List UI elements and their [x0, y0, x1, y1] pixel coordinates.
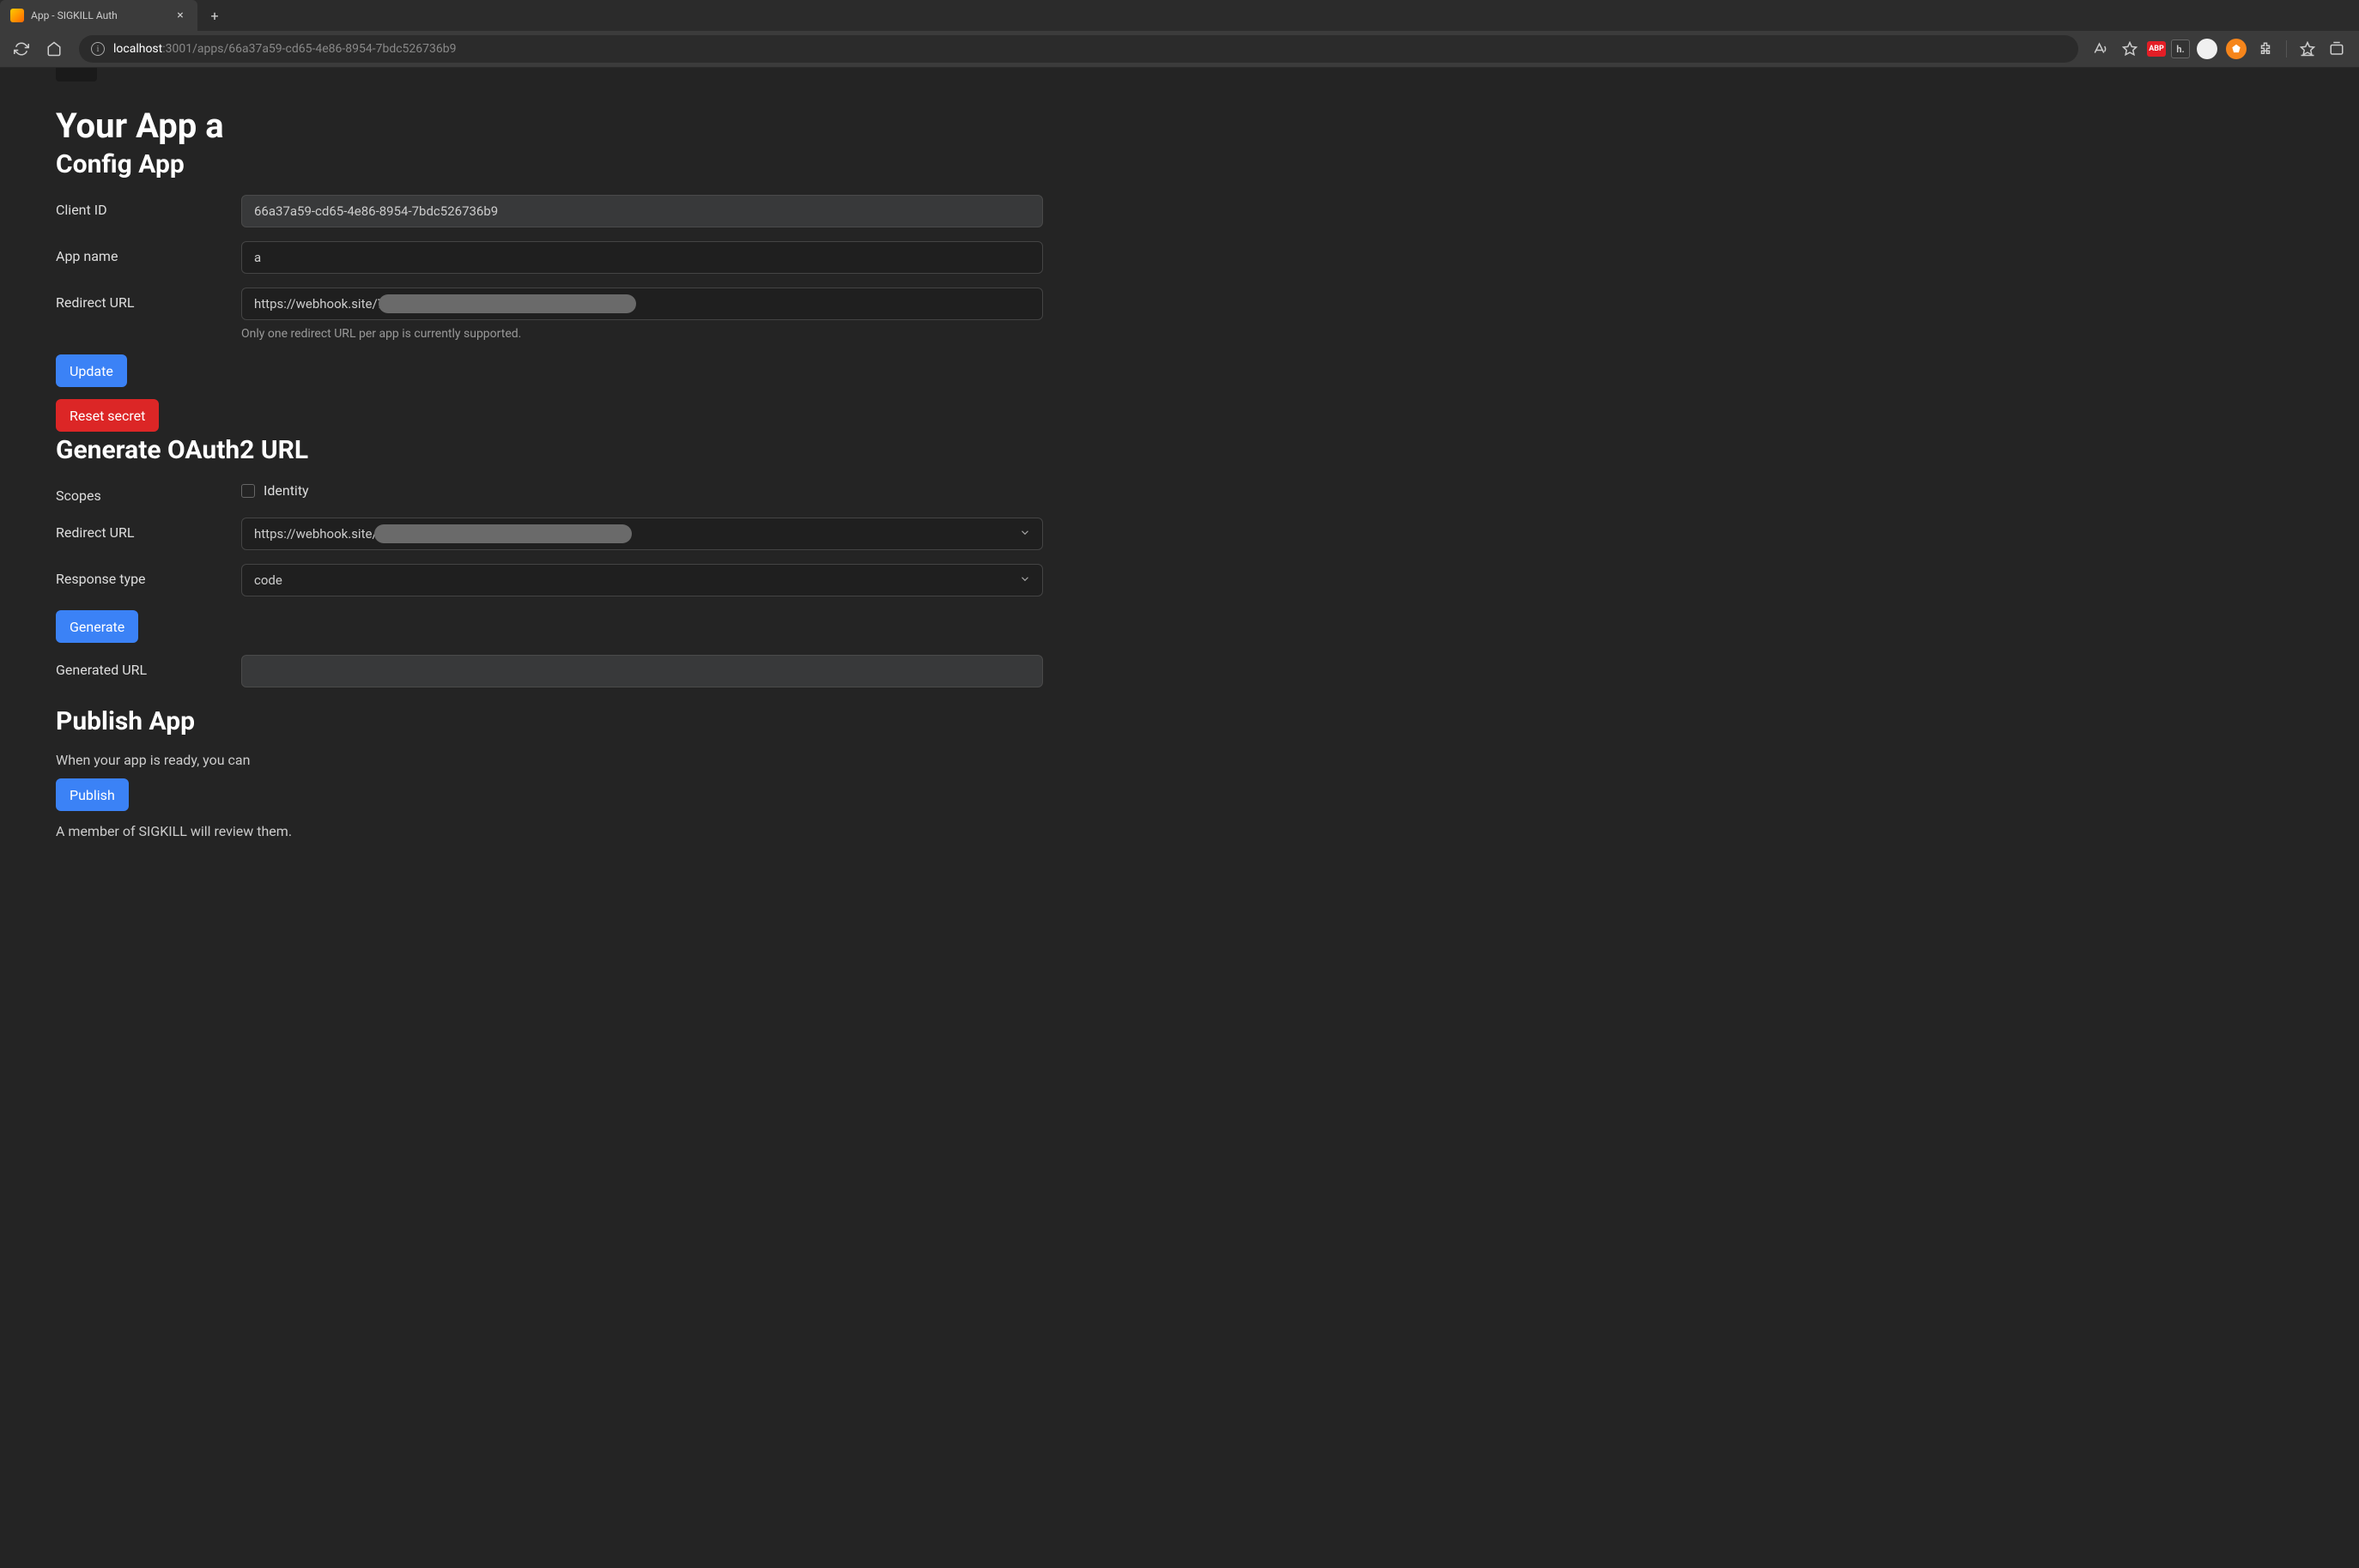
- app-name-input[interactable]: [241, 241, 1043, 274]
- page-content: Your App a Config App Client ID App name…: [0, 68, 2359, 1568]
- profile-avatar-icon[interactable]: [2195, 37, 2219, 61]
- client-id-label: Client ID: [56, 195, 241, 218]
- reset-secret-button[interactable]: Reset secret: [56, 399, 159, 432]
- publish-footer-text: A member of SIGKILL will review them.: [56, 823, 1043, 839]
- oauth-heading: Generate OAuth2 URL: [56, 435, 1043, 465]
- new-tab-button[interactable]: +: [203, 3, 227, 27]
- url-text: localhost:3001/apps/66a37a59-cd65-4e86-8…: [113, 42, 457, 56]
- publish-button[interactable]: Publish: [56, 778, 129, 811]
- identity-checkbox-label: Identity: [264, 482, 309, 499]
- redirect-url-label: Redirect URL: [56, 288, 241, 311]
- generated-url-label: Generated URL: [56, 655, 241, 678]
- redirect-url-hint: Only one redirect URL per app is current…: [241, 327, 1043, 341]
- browser-tab[interactable]: App - SIGKILL Auth ×: [0, 0, 197, 31]
- h-extension-icon[interactable]: h.: [2171, 39, 2190, 58]
- collections-icon[interactable]: [2325, 37, 2349, 61]
- generated-url-input[interactable]: [241, 655, 1043, 687]
- home-button[interactable]: [39, 34, 69, 64]
- site-info-icon[interactable]: i: [91, 42, 105, 56]
- tab-bar: App - SIGKILL Auth × +: [0, 0, 2359, 31]
- page-title: Your App a: [56, 106, 1043, 146]
- close-tab-icon[interactable]: ×: [173, 9, 187, 22]
- read-aloud-icon[interactable]: [2089, 37, 2113, 61]
- favorite-icon[interactable]: [2118, 37, 2142, 61]
- extensions-icon[interactable]: [2253, 37, 2277, 61]
- favicon-icon: [10, 9, 24, 22]
- update-button[interactable]: Update: [56, 354, 127, 387]
- oauth-redirect-url-select[interactable]: https://webhook.site/: [241, 518, 1043, 550]
- client-id-input[interactable]: [241, 195, 1043, 227]
- refresh-button[interactable]: [7, 34, 36, 64]
- tab-title: App - SIGKILL Auth: [31, 9, 167, 21]
- oauth-redirect-url-label: Redirect URL: [56, 518, 241, 541]
- browser-toolbar: i localhost:3001/apps/66a37a59-cd65-4e86…: [0, 31, 2359, 67]
- browser-chrome: App - SIGKILL Auth × + i localhost:3001/…: [0, 0, 2359, 68]
- generate-button[interactable]: Generate: [56, 610, 138, 643]
- app-logo-icon: [56, 68, 97, 82]
- redirect-url-input[interactable]: [241, 288, 1043, 320]
- publish-heading: Publish App: [56, 706, 1043, 736]
- app-name-label: App name: [56, 241, 241, 264]
- metamask-extension-icon[interactable]: [2224, 37, 2248, 61]
- toolbar-right: ABP h.: [2089, 37, 2352, 61]
- identity-checkbox[interactable]: [241, 484, 255, 498]
- redacted-overlay: [374, 524, 632, 543]
- favorites-bar-icon[interactable]: [2295, 37, 2320, 61]
- response-type-label: Response type: [56, 564, 241, 587]
- address-bar[interactable]: i localhost:3001/apps/66a37a59-cd65-4e86…: [79, 35, 2078, 63]
- config-heading: Config App: [56, 149, 1043, 179]
- response-type-select[interactable]: code: [241, 564, 1043, 596]
- redacted-overlay: [379, 294, 636, 313]
- adblock-extension-icon[interactable]: ABP: [2147, 41, 2166, 57]
- scopes-label: Scopes: [56, 481, 241, 504]
- publish-intro-text: When your app is ready, you can: [56, 752, 1043, 768]
